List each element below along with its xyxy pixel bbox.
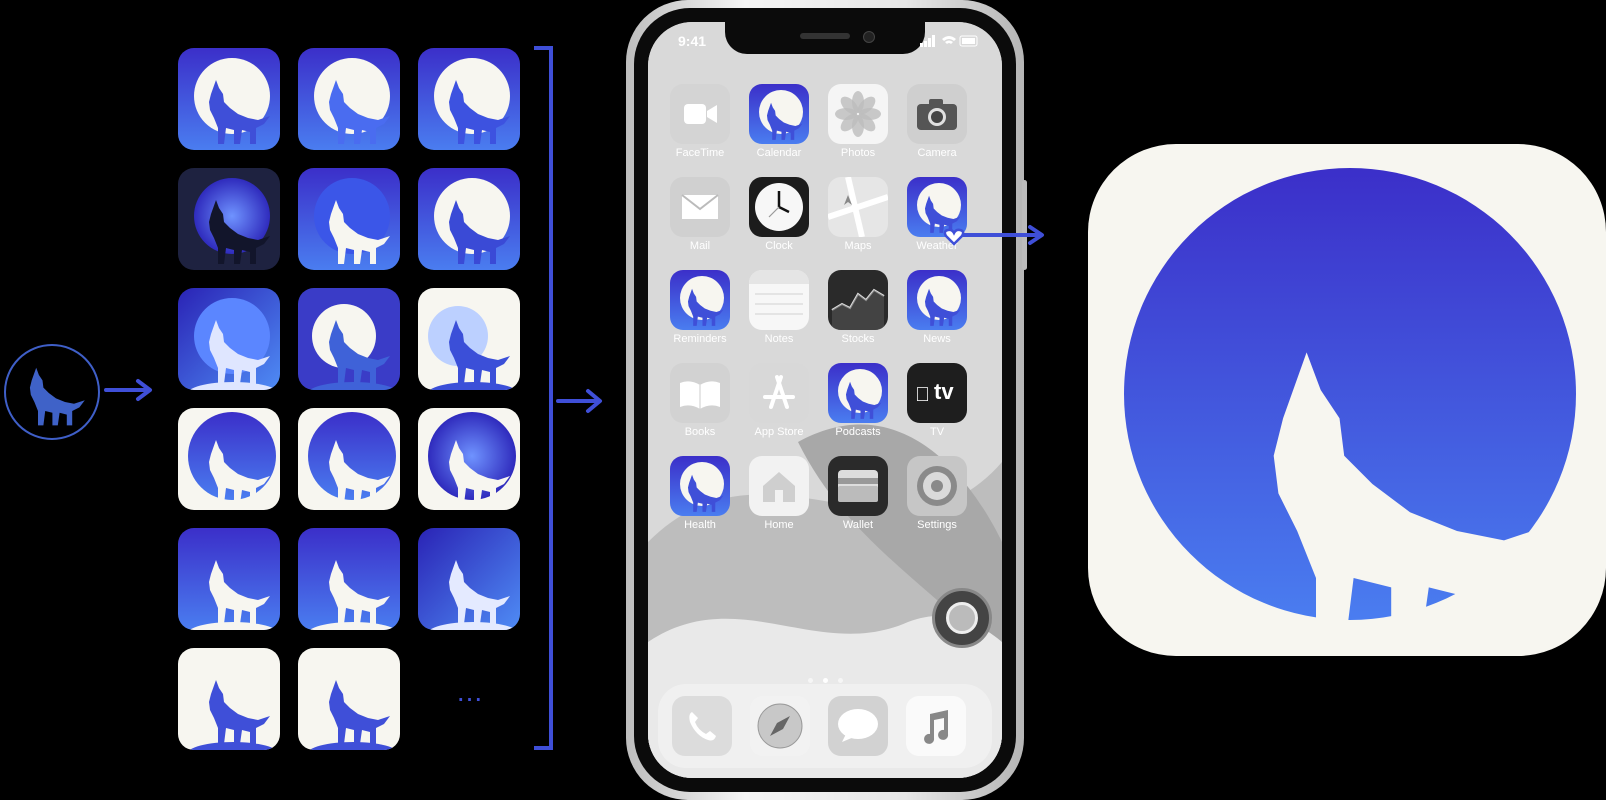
app-photos[interactable]: Photos bbox=[828, 84, 888, 159]
final-app-icon bbox=[1088, 144, 1606, 656]
app-books[interactable]: Books bbox=[670, 363, 730, 438]
dock-music[interactable] bbox=[906, 696, 966, 756]
icon-variant-17 bbox=[298, 648, 400, 750]
app-label: Reminders bbox=[673, 333, 727, 345]
icon-variant-8 bbox=[298, 288, 400, 390]
icon-variant-10 bbox=[178, 408, 280, 510]
wolf-app-icon bbox=[907, 270, 967, 330]
home-icon bbox=[749, 456, 809, 516]
icon-variant-7 bbox=[178, 288, 280, 390]
wolf-app-icon bbox=[670, 456, 730, 516]
bracket bbox=[532, 44, 554, 752]
icon-variant-5 bbox=[298, 168, 400, 270]
app-mail[interactable]: Mail bbox=[670, 177, 730, 252]
app-reminders[interactable]: Reminders bbox=[670, 270, 730, 345]
app-store-icon bbox=[749, 363, 809, 423]
app-wallet[interactable]: Wallet bbox=[828, 456, 888, 531]
photos-icon bbox=[828, 84, 888, 144]
arrow-right-icon bbox=[556, 388, 606, 414]
notes-icon bbox=[749, 270, 809, 330]
app-clock[interactable]: Clock bbox=[749, 177, 809, 252]
app-news[interactable]: News bbox=[907, 270, 967, 345]
icon-variant-13 bbox=[178, 528, 280, 630]
notch bbox=[725, 22, 925, 54]
books-icon bbox=[670, 363, 730, 423]
app-label: Home bbox=[764, 519, 794, 531]
icon-variant-1 bbox=[178, 48, 280, 150]
status-icons bbox=[920, 34, 980, 47]
app-label: Settings bbox=[917, 519, 957, 531]
selection-connector bbox=[940, 222, 1050, 252]
settings-icon bbox=[907, 456, 967, 516]
app-label: FaceTime bbox=[675, 147, 725, 159]
app-label: Stocks bbox=[841, 333, 875, 345]
facetime-icon bbox=[670, 84, 730, 144]
app-label: Books bbox=[684, 426, 716, 438]
wallet-icon bbox=[828, 456, 888, 516]
icon-variant-14 bbox=[298, 528, 400, 630]
music-icon bbox=[924, 710, 949, 744]
icon-variant-2 bbox=[298, 48, 400, 150]
app-label: App Store bbox=[754, 426, 804, 438]
app-stocks[interactable]: Stocks bbox=[828, 270, 888, 345]
wolf-app-icon bbox=[828, 363, 888, 423]
messages-icon bbox=[838, 709, 878, 742]
app-label: Camera bbox=[917, 147, 957, 159]
wolf-app-icon bbox=[749, 84, 809, 144]
app-camera[interactable]: Camera bbox=[907, 84, 967, 159]
status-time: 9:41 bbox=[678, 33, 707, 49]
app-health[interactable]: Health bbox=[670, 456, 730, 531]
wolf-app-icon bbox=[670, 270, 730, 330]
app-label: Photos bbox=[840, 147, 876, 159]
camera-icon bbox=[907, 84, 967, 144]
app-label: Clock bbox=[765, 240, 793, 252]
app-facetime[interactable]: FaceTime bbox=[670, 84, 730, 159]
icon-variant-12 bbox=[418, 408, 520, 510]
app-label: Calendar bbox=[756, 147, 802, 159]
app-label: Podcasts bbox=[835, 426, 881, 438]
app-tv[interactable]: tv TV bbox=[907, 363, 967, 438]
clock-icon bbox=[749, 177, 809, 237]
svg-text::  bbox=[915, 384, 930, 406]
app-maps[interactable]: Maps bbox=[828, 177, 888, 252]
tv-icon-label: tv bbox=[934, 379, 954, 404]
app-label: Health bbox=[684, 519, 716, 531]
app-label: News bbox=[923, 333, 951, 345]
safari-icon bbox=[757, 703, 803, 749]
app-calendar[interactable]: Calendar bbox=[749, 84, 809, 159]
app-label: Mail bbox=[689, 240, 711, 252]
icon-variant-4 bbox=[178, 168, 280, 270]
maps-icon bbox=[828, 177, 888, 237]
assistive-touch-button[interactable] bbox=[932, 588, 992, 648]
stocks-icon bbox=[828, 270, 888, 330]
dock bbox=[658, 684, 992, 768]
dock-phone[interactable] bbox=[672, 696, 732, 756]
sketch-wolf-icon bbox=[2, 340, 102, 444]
arrow-right-icon bbox=[104, 378, 156, 402]
app-notes[interactable]: Notes bbox=[749, 270, 809, 345]
dock-safari[interactable] bbox=[750, 696, 810, 756]
icon-variant-6 bbox=[418, 168, 520, 270]
app-home[interactable]: Home bbox=[749, 456, 809, 531]
icon-variant-3 bbox=[418, 48, 520, 150]
app-app-store[interactable]: App Store bbox=[749, 363, 809, 438]
phone-mockup: 9:41 FaceTime Calendar Photos Camera Mail Clo… bbox=[626, 0, 1027, 800]
more-indicator: ... bbox=[456, 676, 484, 707]
phone-icon bbox=[689, 712, 716, 741]
app-settings[interactable]: Settings bbox=[907, 456, 967, 531]
app-label: Maps bbox=[844, 240, 872, 252]
icon-variant-11 bbox=[298, 408, 400, 510]
icon-variant-16 bbox=[178, 648, 280, 750]
app-label: Notes bbox=[764, 333, 794, 345]
app-label: TV bbox=[929, 426, 945, 438]
app-podcasts[interactable]: Podcasts bbox=[828, 363, 888, 438]
app-label: Wallet bbox=[842, 519, 874, 531]
icon-variant-9 bbox=[418, 288, 520, 390]
mail-icon bbox=[670, 177, 730, 237]
home-screen: 9:41 FaceTime Calendar Photos Camera Mail Clo… bbox=[648, 22, 1002, 778]
icon-variant-15 bbox=[418, 528, 520, 630]
dock-messages[interactable] bbox=[828, 696, 888, 756]
